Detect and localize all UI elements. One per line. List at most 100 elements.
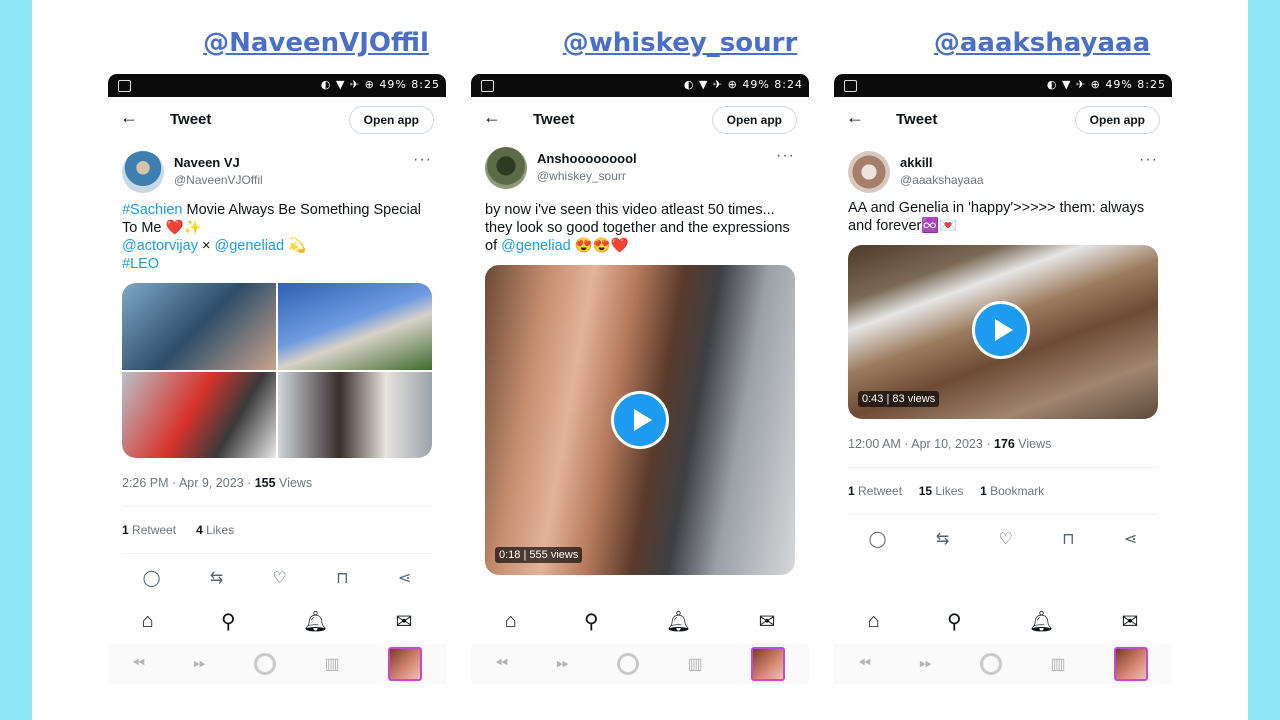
likes-stat[interactable]: 15 Likes [919, 484, 964, 498]
author-handle[interactable]: @aaakshayaaa [900, 173, 984, 187]
bell-icon[interactable]: 🔔︎ [303, 609, 328, 634]
tweet-author: akkill @aaakshayaaa ··· [834, 145, 1172, 201]
bookmark-stat[interactable]: 1 Bookmark [980, 484, 1044, 498]
mention-link[interactable]: @geneliad [501, 238, 571, 254]
photo-grid[interactable] [122, 283, 432, 458]
mail-icon[interactable]: ✉ [396, 609, 413, 634]
handle-heading-2[interactable]: @whiskey_sourr [530, 28, 830, 58]
loading-ring-icon [617, 653, 640, 675]
reply-icon[interactable]: ◯ [143, 568, 161, 588]
phone-screenshot-2: . ◐ ▼ ✈ ⊕ 49% 8:24 ← Tweet Open app Ansh… [471, 74, 809, 690]
hashtag-link[interactable]: #LEO [122, 256, 159, 272]
divider [848, 514, 1158, 515]
author-name[interactable]: Naveen VJ [174, 155, 240, 170]
avatar[interactable] [122, 151, 164, 193]
share-icon[interactable]: ⋖ [398, 568, 411, 588]
app-thumbnail[interactable] [1113, 647, 1148, 681]
system-nav: ⏪︎ ⏩︎ ▥ [834, 644, 1172, 684]
phone-screenshot-3: . ◐ ▼ ✈ ⊕ 49% 8:25 ← Tweet Open app akki… [834, 74, 1172, 690]
like-icon[interactable]: ♡ [999, 529, 1013, 549]
loading-ring-icon [980, 653, 1003, 675]
author-name[interactable]: Anshooooooool [537, 151, 637, 166]
gallery-icon: . [481, 80, 494, 92]
reply-icon[interactable]: ◯ [869, 529, 887, 549]
bookmark-icon[interactable]: ⊓ [336, 568, 348, 588]
bottom-nav: ⌂ ⚲ 🔔︎ ✉ [471, 603, 809, 639]
retweet-stat[interactable]: 1 Retweet [122, 523, 176, 537]
play-button-icon[interactable] [611, 391, 669, 449]
tweet-author: Naveen VJ @NaveenVJOffil ··· [108, 145, 446, 201]
book-icon[interactable]: ▥ [1051, 654, 1066, 674]
bell-icon[interactable]: 🔔︎ [1029, 609, 1054, 634]
share-icon[interactable]: ⋖ [1124, 529, 1137, 549]
likes-stat[interactable]: 4 Likes [196, 523, 234, 537]
author-name[interactable]: akkill [900, 155, 933, 170]
home-icon[interactable]: ⌂ [868, 610, 880, 633]
bookmark-icon[interactable]: ⊓ [1062, 529, 1074, 549]
author-handle[interactable]: @whiskey_sourr [537, 169, 626, 183]
handle-heading-3[interactable]: @aaakshayaaa [892, 28, 1192, 58]
open-app-button[interactable]: Open app [711, 106, 797, 134]
home-icon[interactable]: ⌂ [142, 610, 154, 633]
rewind-icon[interactable]: ⏪︎ [858, 655, 871, 673]
back-arrow-icon[interactable]: ← [120, 107, 138, 128]
timestamp-text: 2:26 PM · Apr 9, 2023 · [122, 476, 255, 490]
system-nav: ⏪︎ ⏩︎ ▥ [471, 644, 809, 684]
author-handle[interactable]: @NaveenVJOffil [174, 173, 263, 187]
views-count: 176 [993, 437, 1015, 451]
more-options-icon[interactable]: ··· [1139, 151, 1158, 169]
photo-thumbnail[interactable] [122, 371, 276, 458]
like-icon[interactable]: ♡ [273, 568, 287, 588]
photo-thumbnail[interactable] [278, 371, 432, 458]
video-player[interactable]: 0:18 | 555 views [485, 265, 795, 575]
app-thumbnail[interactable] [750, 647, 785, 681]
video-player[interactable]: 0:43 | 83 views [848, 245, 1158, 419]
rewind-icon[interactable]: ⏪︎ [495, 655, 508, 673]
top-bar: ← Tweet Open app [834, 97, 1172, 145]
mention-link[interactable]: @actorvijay [122, 238, 198, 254]
back-arrow-icon[interactable]: ← [846, 107, 864, 128]
more-options-icon[interactable]: ··· [776, 147, 795, 165]
page-title: Tweet [896, 111, 938, 128]
action-bar: ◯ ⇆ ♡ ⊓ ⋖ [108, 568, 446, 588]
retweet-icon[interactable]: ⇆ [210, 568, 223, 588]
back-arrow-icon[interactable]: ← [483, 107, 501, 128]
photo-thumbnail[interactable] [122, 283, 276, 370]
avatar[interactable] [485, 147, 527, 189]
rewind-icon[interactable]: ⏪︎ [132, 655, 145, 673]
handle-heading-1[interactable]: @NaveenVJOffil [166, 28, 466, 58]
open-app-button[interactable]: Open app [348, 106, 434, 134]
mail-icon[interactable]: ✉ [759, 609, 776, 634]
app-thumbnail[interactable] [387, 647, 422, 681]
photo-thumbnail[interactable] [278, 283, 432, 370]
retweet-stat[interactable]: 1 Retweet [848, 484, 902, 498]
page-title: Tweet [533, 111, 575, 128]
views-label: Views [1014, 437, 1052, 451]
avatar[interactable] [848, 151, 890, 193]
hashtag-link[interactable]: #Sachien [122, 202, 182, 218]
fast-forward-icon[interactable]: ⏩︎ [193, 655, 206, 673]
gallery-icon: . [118, 80, 131, 92]
views-count: 155 [254, 476, 276, 490]
search-icon[interactable]: ⚲ [584, 609, 599, 634]
open-app-button[interactable]: Open app [1074, 106, 1160, 134]
tweet-text-part: 💫 [284, 238, 307, 254]
tweet-stats: 1 Retweet 4 Likes [108, 523, 446, 537]
fast-forward-icon[interactable]: ⏩︎ [556, 655, 569, 673]
more-options-icon[interactable]: ··· [413, 151, 432, 169]
retweet-icon[interactable]: ⇆ [936, 529, 949, 549]
search-icon[interactable]: ⚲ [947, 609, 962, 634]
tweet-text: AA and Genelia in 'happy'>>>>> them: alw… [848, 200, 1145, 234]
mention-link[interactable]: @geneliad [215, 238, 285, 254]
search-icon[interactable]: ⚲ [221, 609, 236, 634]
play-button-icon[interactable] [972, 301, 1030, 359]
bell-icon[interactable]: 🔔︎ [666, 609, 691, 634]
mail-icon[interactable]: ✉ [1122, 609, 1139, 634]
book-icon[interactable]: ▥ [688, 654, 703, 674]
home-icon[interactable]: ⌂ [505, 610, 517, 633]
book-icon[interactable]: ▥ [325, 654, 340, 674]
system-nav: ⏪︎ ⏩︎ ▥ [108, 644, 446, 684]
loading-ring-icon [254, 653, 277, 675]
fast-forward-icon[interactable]: ⏩︎ [919, 655, 932, 673]
tweet-text: #Sachien Movie Always Be Something Speci… [108, 201, 446, 273]
